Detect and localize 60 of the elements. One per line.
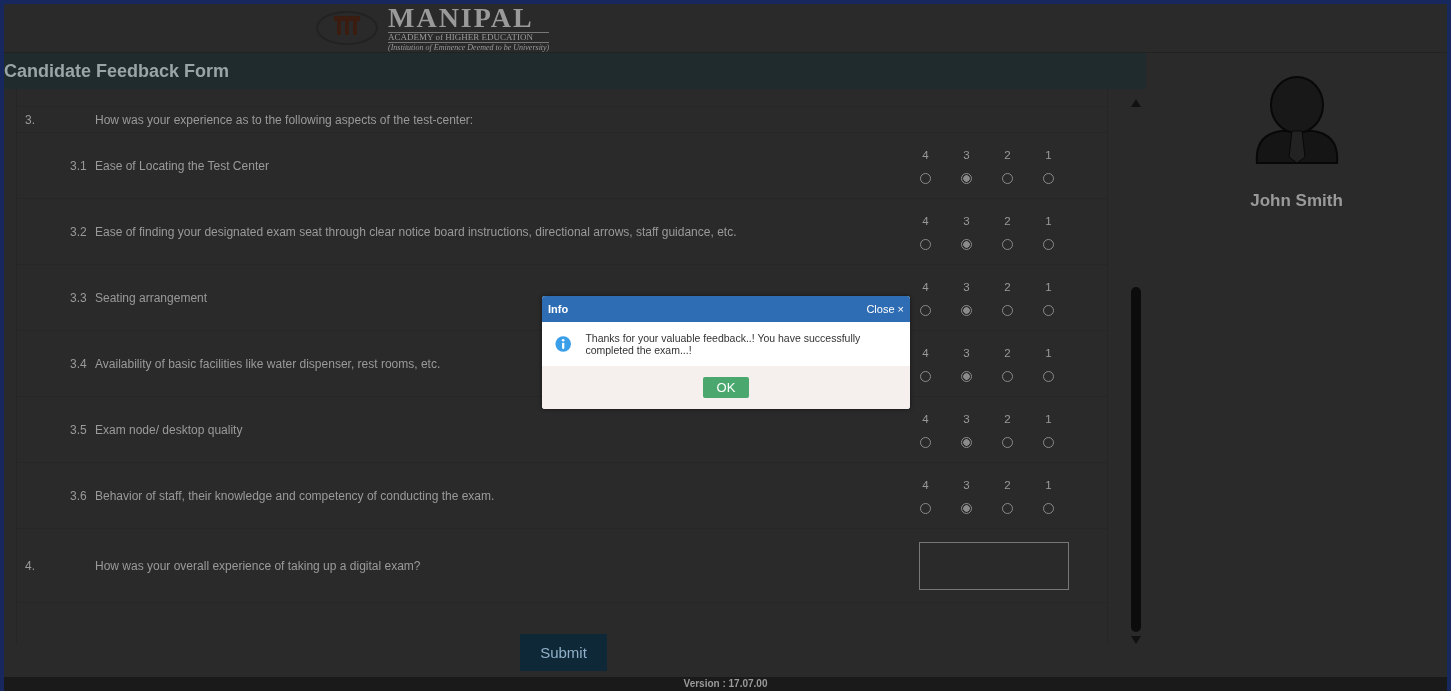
logo-name: MANIPAL (388, 4, 535, 32)
question-number: 3.2 (69, 224, 88, 239)
rating-label: 4 (922, 279, 929, 294)
close-button[interactable]: Close × (866, 303, 904, 315)
rating-radio[interactable] (961, 172, 973, 184)
dialog-message: Thanks for your valuable feedback..! You have successfully completed the exam...! (585, 332, 862, 356)
ok-button[interactable]: OK (703, 377, 749, 398)
question-text: Seating arrangement (95, 290, 209, 305)
question-number: 3.1 (69, 158, 88, 173)
rating-radio[interactable] (961, 304, 973, 316)
rating-label: 3 (963, 213, 970, 228)
rating-label: 4 (922, 345, 929, 360)
question-number: 3.3 (69, 290, 88, 305)
user-name: John Smith (1250, 191, 1343, 211)
rating-label: 2 (1004, 411, 1011, 426)
rating-radio[interactable] (961, 370, 973, 382)
question-number: 4. (24, 558, 36, 573)
question-text: Ease of Locating the Test Center (95, 158, 270, 173)
rating-label: 1 (1045, 345, 1052, 360)
question-number: 3.6 (69, 488, 88, 503)
question-number: 3.4 (69, 356, 88, 371)
version-text: Version : 17.07.00 (683, 677, 768, 691)
logo-tagline: (Institution of Eminence Deemed to be University) (388, 44, 550, 52)
rating-label: 2 (1004, 279, 1011, 294)
rating-label: 1 (1045, 477, 1052, 492)
question-text: How was your overall experience of taking up a digital exam? (95, 558, 422, 573)
question-number: 3. (24, 112, 36, 127)
rating-label: 4 (922, 147, 929, 162)
rating-radio[interactable] (961, 238, 973, 250)
rating-label: 1 (1045, 411, 1052, 426)
rating-label: 4 (922, 213, 929, 228)
rating-label: 4 (922, 477, 929, 492)
rating-radio[interactable] (961, 436, 973, 448)
rating-label: 2 (1004, 477, 1011, 492)
question-text: Ease of finding your designated exam seat through clear notice board instructions, directional arrows, staff guidance, etc. (95, 224, 738, 239)
rating-radio[interactable] (961, 502, 973, 514)
rating-label: 1 (1045, 147, 1052, 162)
rating-label: 3 (963, 477, 970, 492)
question-text: Exam node/ desktop quality (95, 422, 244, 437)
rating-label: 1 (1045, 213, 1052, 228)
dialog-title: Info (548, 303, 569, 315)
submit-button[interactable]: Submit (520, 634, 607, 671)
rating-label: 2 (1004, 345, 1011, 360)
question-text: How was your experience as to the following aspects of the test-center: (95, 112, 475, 127)
rating-label: 4 (922, 411, 929, 426)
rating-label: 2 (1004, 147, 1011, 162)
question-text: Behavior of staff, their knowledge and competency of conducting the exam. (95, 488, 496, 503)
form-title-bar: Candidate Feedback Form (4, 53, 1146, 89)
rating-label: 3 (963, 345, 970, 360)
question-text: Availability of basic facilities like water dispenser, rest rooms, etc. (95, 356, 442, 371)
rating-label: 3 (963, 279, 970, 294)
rating-label: 3 (963, 147, 970, 162)
rating-label: 3 (963, 411, 970, 426)
info-icon (555, 334, 572, 354)
logo-subtitle: ACADEMY of HIGHER EDUCATION (388, 32, 550, 43)
rating-label: 2 (1004, 213, 1011, 228)
question-number: 3.5 (69, 422, 88, 437)
scrollbar-thumb[interactable] (1131, 287, 1141, 632)
answer-box[interactable] (919, 541, 1070, 590)
rating-label: 1 (1045, 279, 1052, 294)
